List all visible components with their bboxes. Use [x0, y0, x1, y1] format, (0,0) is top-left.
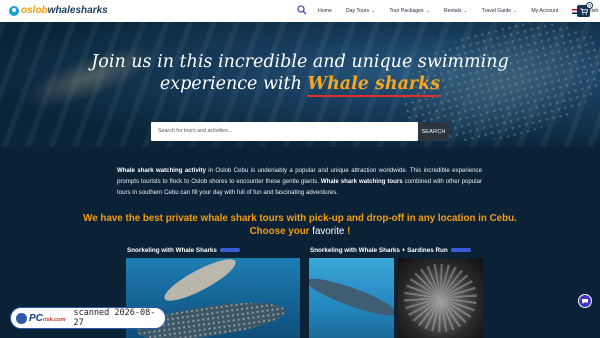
hero-title: Join us in this incredible and unique sw…	[91, 52, 509, 94]
chevron-down-icon: ⌄	[463, 8, 468, 14]
offer-heading: We have the best private whale shark tou…	[83, 213, 517, 237]
tour-card-title[interactable]: Snorkeling with Whale Sharks + Sardines …	[310, 247, 471, 254]
main-nav: Home Day Tours ⌄ Tour Packages ⌄ Rentals ⌄ …	[318, 0, 600, 22]
nav-day-tours[interactable]: Day Tours ⌄	[346, 8, 375, 14]
stamp-brand: PCrisk.com	[28, 312, 66, 324]
logo-part-b: whalesharks	[47, 5, 108, 16]
nav-travel-guide[interactable]: Travel Guide ⌄	[482, 8, 518, 14]
logo-part-a: oslob	[21, 5, 48, 16]
site-header: oslobwhalesharks Home Day Tours ⌄ Tour Pa…	[0, 0, 600, 22]
nav-tour-packages[interactable]: Tour Packages ⌄	[389, 8, 430, 14]
chevron-down-icon: ⌄	[425, 8, 430, 14]
cart-icon	[580, 7, 588, 15]
logo-icon	[9, 5, 19, 16]
hero-title-accent: Whale sharks	[307, 74, 441, 94]
site-logo[interactable]: oslobwhalesharks	[9, 5, 108, 16]
chat-icon	[582, 298, 588, 304]
intro-paragraph: Whale shark watching activity in Oslob C…	[117, 167, 482, 196]
nav-rentals[interactable]: Rentals ⌄	[444, 8, 468, 14]
scan-stamp: PCrisk.com scanned 2026-08-27	[10, 307, 166, 329]
search-icon[interactable]	[297, 5, 307, 15]
pcrisk-logo-icon	[16, 312, 27, 324]
chevron-down-icon: ⌄	[371, 8, 376, 14]
hero-banner: Join us in this incredible and unique sw…	[0, 22, 600, 147]
chat-button[interactable]	[578, 294, 592, 308]
search-button[interactable]: SEARCH	[418, 122, 449, 141]
tour-card-title[interactable]: Snorkeling with Whale Sharks	[127, 247, 240, 254]
nav-my-account[interactable]: My Account	[531, 8, 558, 14]
nav-home[interactable]: Home	[318, 8, 332, 14]
tour-tag-badge	[219, 248, 240, 253]
cart-button[interactable]: 0	[577, 2, 593, 17]
tour-card-image[interactable]	[309, 258, 394, 338]
chevron-down-icon: ⌄	[513, 8, 518, 14]
scan-date-text: scanned 2026-08-27	[73, 308, 156, 328]
tour-search-input[interactable]: Search for tours and activities...	[151, 122, 418, 141]
tour-tag-badge	[450, 248, 471, 253]
sardine-run-image[interactable]	[398, 258, 483, 338]
cart-count-badge: 0	[586, 2, 593, 9]
